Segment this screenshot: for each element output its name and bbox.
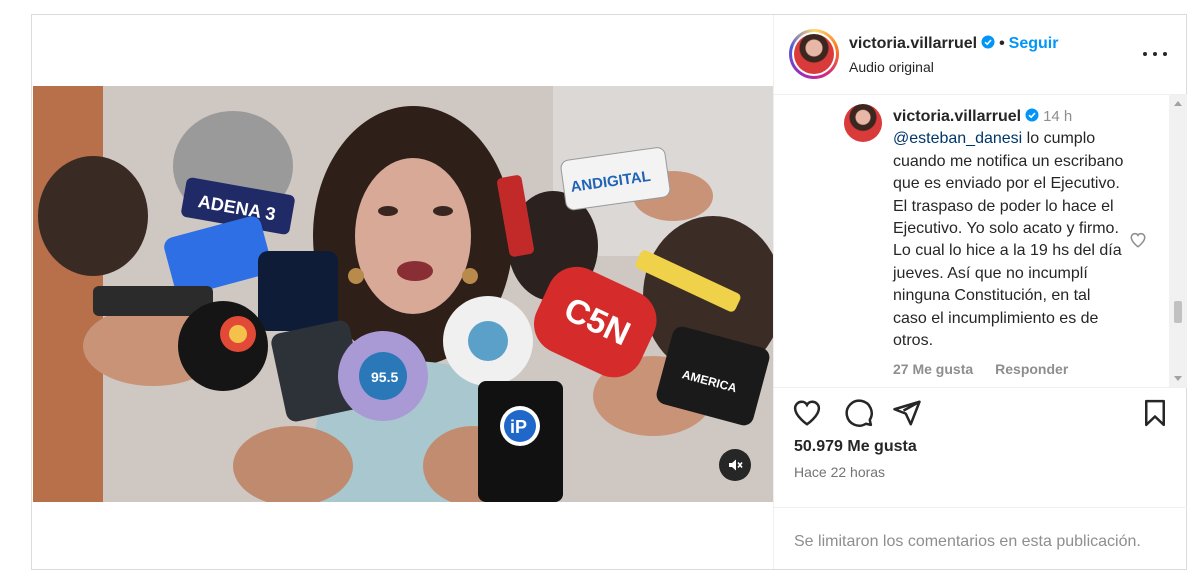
comment-mention[interactable]: @esteban_danesi [893,130,1022,147]
mic-ip: iP [478,381,563,502]
scroll-up-arrow[interactable] [1174,101,1182,106]
mute-button[interactable] [719,449,751,481]
svg-text:95.5: 95.5 [371,369,398,385]
comment-bubble-icon[interactable] [844,398,874,428]
post-sidebar: victoria.villarruel • Seguir Audio origina… [773,15,1187,569]
comment-username[interactable]: victoria.villarruel [893,108,1021,125]
scroll-thumb[interactable] [1174,301,1182,323]
username[interactable]: victoria.villarruel [849,35,977,52]
reply-button[interactable]: Responder [995,361,1068,377]
comments-footer: Se limitaron los comentarios en esta pub… [774,507,1187,570]
post-header: victoria.villarruel • Seguir Audio origina… [774,15,1187,95]
more-options-icon[interactable] [1143,51,1167,57]
heart-icon[interactable] [792,398,822,428]
likes-count[interactable]: 50.979 Me gusta [794,438,917,456]
actions-bar: 50.979 Me gusta Hace 22 horas [774,387,1187,508]
comments-list: victoria.villarruel 14 h @esteban_danesi … [774,95,1187,385]
verified-badge-icon [1025,108,1039,122]
svg-text:iP: iP [510,417,527,437]
comment-heart-icon[interactable] [1129,231,1147,249]
avatar[interactable] [789,29,839,79]
comment-body: victoria.villarruel 14 h @esteban_danesi … [893,106,1128,352]
comment-meta: 27 Me gusta Responder [893,361,1090,377]
comments-scrollbar[interactable] [1169,95,1187,387]
mic-concepto: 95.5 [338,331,428,421]
verified-badge-icon [981,35,995,49]
audio-label[interactable]: Audio original [849,59,934,75]
post-time[interactable]: Hace 22 horas [794,464,885,480]
comments-limited-notice: Se limitaron los comentarios en esta pub… [794,533,1141,550]
comment-text: lo cumplo cuando me notifica un escriban… [893,130,1124,350]
mic-foam [178,301,268,391]
media-column: ADENA 3 ANDIGITAL 95.5 C5N AMERICA iP [32,15,773,569]
video-frame: ADENA 3 ANDIGITAL 95.5 C5N AMERICA iP [33,86,773,502]
comment-likes[interactable]: 27 Me gusta [893,361,973,377]
mic-nacion [443,296,533,386]
comment-avatar[interactable] [844,104,882,142]
post-video[interactable]: ADENA 3 ANDIGITAL 95.5 C5N AMERICA iP [33,86,773,502]
mic-tn [258,251,338,331]
separator-dot: • [999,35,1005,52]
bookmark-icon[interactable] [1140,398,1170,428]
paper-plane-icon[interactable] [892,398,922,428]
post-dialog: ADENA 3 ANDIGITAL 95.5 C5N AMERICA iP vi… [31,14,1187,570]
comment-time[interactable]: 14 h [1043,108,1072,125]
scroll-down-arrow[interactable] [1174,376,1182,381]
speaker-muted-icon [729,459,743,471]
follow-button[interactable]: Seguir [1009,35,1059,52]
header-username-row: victoria.villarruel • Seguir [849,35,1058,53]
